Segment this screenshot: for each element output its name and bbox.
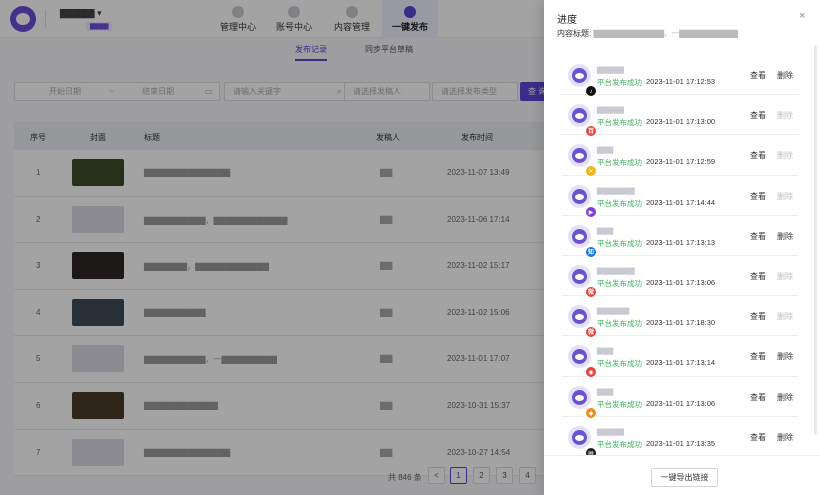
platform-progress-item: 微 ▇▇▇▇▇▇ 平台发布成功 2023-11-01 17:18:30 查看 删除 [562,296,798,339]
publish-time: 2023-11-01 17:14:44 [646,197,716,207]
avatar-face [572,188,587,204]
account-avatar: ♪ [568,64,597,97]
account-avatar: ✕ [568,144,597,178]
delete-button[interactable]: 删除 [777,191,793,202]
export-links-button[interactable]: 一键导出链接 [651,468,718,487]
platform-progress-item: ♪ ▇▇▇▇▇ 平台发布成功 2023-11-01 17:12:53 查看 删除 [562,55,798,97]
progress-drawer: 进度 × 内容标题: ▇▇▇▇▇▇▇▇▇▇▇▇，一▇▇▇▇▇▇▇▇▇▇ ♪ ▇▇▇… [544,0,820,495]
account-name: ▇▇▇ [597,227,614,235]
account-avatar: 知 [568,224,597,258]
drawer-title: 进度 [557,15,577,26]
content-title-line: 内容标题: ▇▇▇▇▇▇▇▇▇▇▇▇，一▇▇▇▇▇▇▇▇▇▇ [557,28,738,39]
platform-progress-item: ▤ ▇▇▇▇▇ 平台发布成功 2023-11-01 17:13:35 查看 删除 [562,417,798,455]
drawer-scrollbar[interactable] [814,45,817,435]
platform-progress-item: ▶ ▇▇▇▇▇▇▇ 平台发布成功 2023-11-01 17:14:44 查看 删除 [562,176,798,218]
view-button[interactable]: 查看 [750,150,766,161]
platform-progress-item: 微 ▇▇▇▇▇▇▇ 平台发布成功 2023-11-01 17:13:06 查看 删除 [562,256,798,298]
avatar-face [572,148,587,164]
view-button[interactable]: 查看 [750,191,766,202]
account-name: ▇▇▇▇▇ [597,428,624,436]
platform-progress-list: ♪ ▇▇▇▇▇ 平台发布成功 2023-11-01 17:12:53 查看 删除百 ▇▇▇▇… [562,55,798,455]
account-avatar: ▤ [568,425,597,455]
platform-progress-item: ◉ ▇▇▇ 平台发布成功 2023-11-01 17:13:14 查看 删除 [562,336,798,379]
avatar-face [572,268,587,284]
content-title-value: ▇▇▇▇▇▇▇▇▇▇▇▇，一▇▇▇▇▇▇▇▇▇▇ [593,29,738,38]
close-icon[interactable]: × [799,10,805,22]
account-name: ▇▇▇▇▇ [597,67,624,74]
view-button[interactable]: 查看 [750,231,766,242]
publish-status: 平台发布成功 [597,198,642,208]
platform-progress-item: 百 ▇▇▇▇▇ 平台发布成功 2023-11-01 17:13:00 查看 删除 [562,95,798,138]
publish-status: 平台发布成功 [597,78,642,87]
avatar-face [572,68,587,83]
avatar-face [572,429,587,445]
delete-button[interactable]: 删除 [777,271,793,282]
platform-badge-icon: ▤ [585,446,597,455]
account-name: ▇▇▇▇▇▇▇ [597,187,635,195]
publish-status: 平台发布成功 [597,439,642,449]
publish-time: 2023-11-01 17:13:13 [646,237,716,247]
account-name: ▇▇▇▇▇▇▇ [597,267,635,275]
avatar-face [572,108,587,124]
account-name: ▇▇▇▇▇ [597,107,624,115]
avatar-face [572,349,587,365]
delete-button[interactable]: 删除 [777,392,793,403]
platform-progress-item: ◆ ▇▇▇ 平台发布成功 2023-11-01 17:13:06 查看 删除 [562,377,798,419]
publish-time: 2023-11-01 17:18:30 [646,318,716,328]
account-name: ▇▇▇ [597,348,614,356]
account-name: ▇▇▇ [597,388,614,396]
publish-status: 平台发布成功 [597,118,642,128]
publish-time: 2023-11-01 17:13:35 [646,438,716,448]
view-button[interactable]: 查看 [750,392,766,403]
divider [544,455,820,456]
publish-status: 平台发布成功 [597,158,642,168]
delete-button[interactable]: 删除 [777,351,793,362]
account-avatar: 百 [568,104,597,138]
platform-progress-item: ✕ ▇▇▇ 平台发布成功 2023-11-01 17:12:59 查看 删除 [562,135,798,178]
account-name: ▇▇▇▇▇▇ [597,308,630,316]
content-title-label: 内容标题: [557,29,592,38]
publish-time: 2023-11-01 17:12:59 [646,157,716,167]
view-button[interactable]: 查看 [750,432,766,443]
account-avatar: 微 [568,305,597,339]
view-button[interactable]: 查看 [750,351,766,362]
avatar-face [572,228,587,244]
publish-status: 平台发布成功 [597,359,642,369]
view-button[interactable]: 查看 [750,311,766,322]
publish-time: 2023-11-01 17:13:06 [646,398,716,408]
platform-progress-item: 知 ▇▇▇ 平台发布成功 2023-11-01 17:13:13 查看 删除 [562,216,798,258]
publish-time: 2023-11-01 17:13:14 [646,358,716,368]
view-button[interactable]: 查看 [750,110,766,121]
delete-button[interactable]: 删除 [777,231,793,242]
delete-button[interactable]: 删除 [777,432,793,443]
delete-button[interactable]: 删除 [777,70,793,81]
publish-time: 2023-11-01 17:13:00 [646,117,716,127]
avatar-face [572,309,587,325]
publish-status: 平台发布成功 [597,399,642,409]
publish-time: 2023-11-01 17:13:06 [646,277,716,287]
delete-button[interactable]: 删除 [777,311,793,322]
publish-status: 平台发布成功 [597,278,642,288]
account-avatar: ▶ [568,184,597,218]
account-avatar: 微 [568,264,597,298]
account-avatar: ◉ [568,345,597,379]
publish-status: 平台发布成功 [597,319,642,329]
account-name: ▇▇▇ [597,147,614,155]
view-button[interactable]: 查看 [750,271,766,282]
modal-mask[interactable] [0,0,544,495]
publish-time: 2023-11-01 17:12:53 [646,77,716,86]
account-avatar: ◆ [568,385,597,419]
view-button[interactable]: 查看 [750,70,766,81]
delete-button[interactable]: 删除 [777,150,793,161]
publish-status: 平台发布成功 [597,238,642,248]
delete-button[interactable]: 删除 [777,110,793,121]
avatar-face [572,389,587,405]
